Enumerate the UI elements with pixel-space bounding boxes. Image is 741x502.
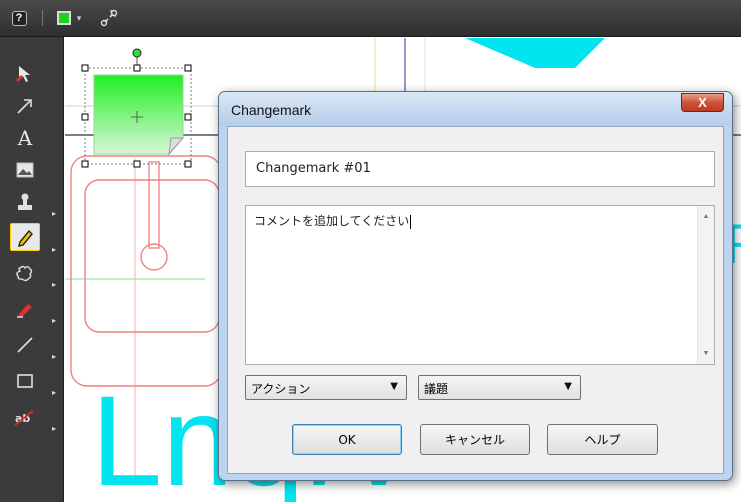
link-icon [100,9,118,27]
cancel-button[interactable]: キャンセル [420,424,530,455]
close-icon: X [698,95,707,110]
changemark-tool[interactable] [10,223,40,251]
color-swatch-icon [57,11,71,25]
cloud-icon [16,265,33,282]
chevron-down-icon: ▼ [564,381,572,392]
arrow-select-icon [15,66,30,83]
color-picker-button[interactable] [56,8,72,28]
action-select-value: アクション [251,382,311,396]
subject-select-value: 議題 [424,382,449,396]
highlighter-tool-menu-arrow[interactable]: ▸ [52,316,60,326]
dialog-body: Changemark #01 コメントを追加してください ▲ ▼ アクション ▼… [227,126,724,474]
dialog-title: Changemark [231,102,312,118]
stamp-tool[interactable] [10,188,40,216]
scroll-up-icon[interactable]: ▲ [698,208,714,225]
comment-text: コメントを追加してください [254,214,410,228]
link-button[interactable] [98,8,120,28]
rectangle-icon [17,374,33,388]
strikeout-tool[interactable]: ab [10,403,40,431]
rectangle-tool[interactable] [10,367,40,395]
text-a-icon: A [17,126,33,150]
highlighter-icon [17,304,32,318]
comment-scrollbar[interactable]: ▲ ▼ [697,206,714,364]
close-button[interactable]: X [681,93,724,112]
changemark-dialog: Changemark X Changemark #01 コメントを追加してくださ… [218,91,733,481]
text-caret [410,214,412,229]
cloud-tool-menu-arrow[interactable]: ▸ [52,280,60,290]
text-tool[interactable]: A [10,124,40,152]
highlighter-tool[interactable] [10,295,40,323]
dialog-titlebar[interactable]: Changemark X [219,92,732,126]
top-toolbar: ? ▾ [0,0,741,37]
chevron-down-icon: ▾ [76,12,82,23]
line-tool-menu-arrow[interactable]: ▸ [52,352,60,362]
line-icon [17,337,33,353]
help-icon: ? [11,10,27,26]
image-icon [16,162,34,178]
scroll-down-icon[interactable]: ▼ [698,345,714,362]
chevron-down-icon: ▼ [390,381,398,392]
subject-select[interactable]: 議題 ▼ [418,375,581,400]
image-tool[interactable] [10,156,40,184]
cloud-tool[interactable] [10,259,40,287]
line-tool[interactable] [10,331,40,359]
arrow-icon [17,99,32,114]
help-button[interactable]: ? [10,8,28,28]
abc-strike-icon: ab [14,410,34,426]
toolbar-separator [42,10,43,26]
action-select[interactable]: アクション ▼ [245,375,407,400]
select-tool[interactable] [10,60,40,88]
strikeout-tool-menu-arrow[interactable]: ▸ [52,424,60,434]
rectangle-tool-menu-arrow[interactable]: ▸ [52,388,60,398]
changemark-name-input[interactable]: Changemark #01 [245,151,715,187]
color-dropdown-button[interactable]: ▾ [74,8,84,28]
arrow-tool[interactable] [10,92,40,120]
changemark-tool-menu-arrow[interactable]: ▸ [52,245,60,255]
tool-palette: A ▸ ▸ ▸ ▸ ▸ ▸ ▸ [0,37,64,502]
help-dialog-button[interactable]: ヘルプ [547,424,658,455]
ok-button[interactable]: OK [292,424,402,455]
pencil-note-icon [18,229,33,247]
stamp-icon [18,193,32,210]
comment-textarea[interactable]: コメントを追加してください ▲ ▼ [245,205,715,365]
stamp-tool-menu-arrow[interactable]: ▸ [52,209,60,219]
